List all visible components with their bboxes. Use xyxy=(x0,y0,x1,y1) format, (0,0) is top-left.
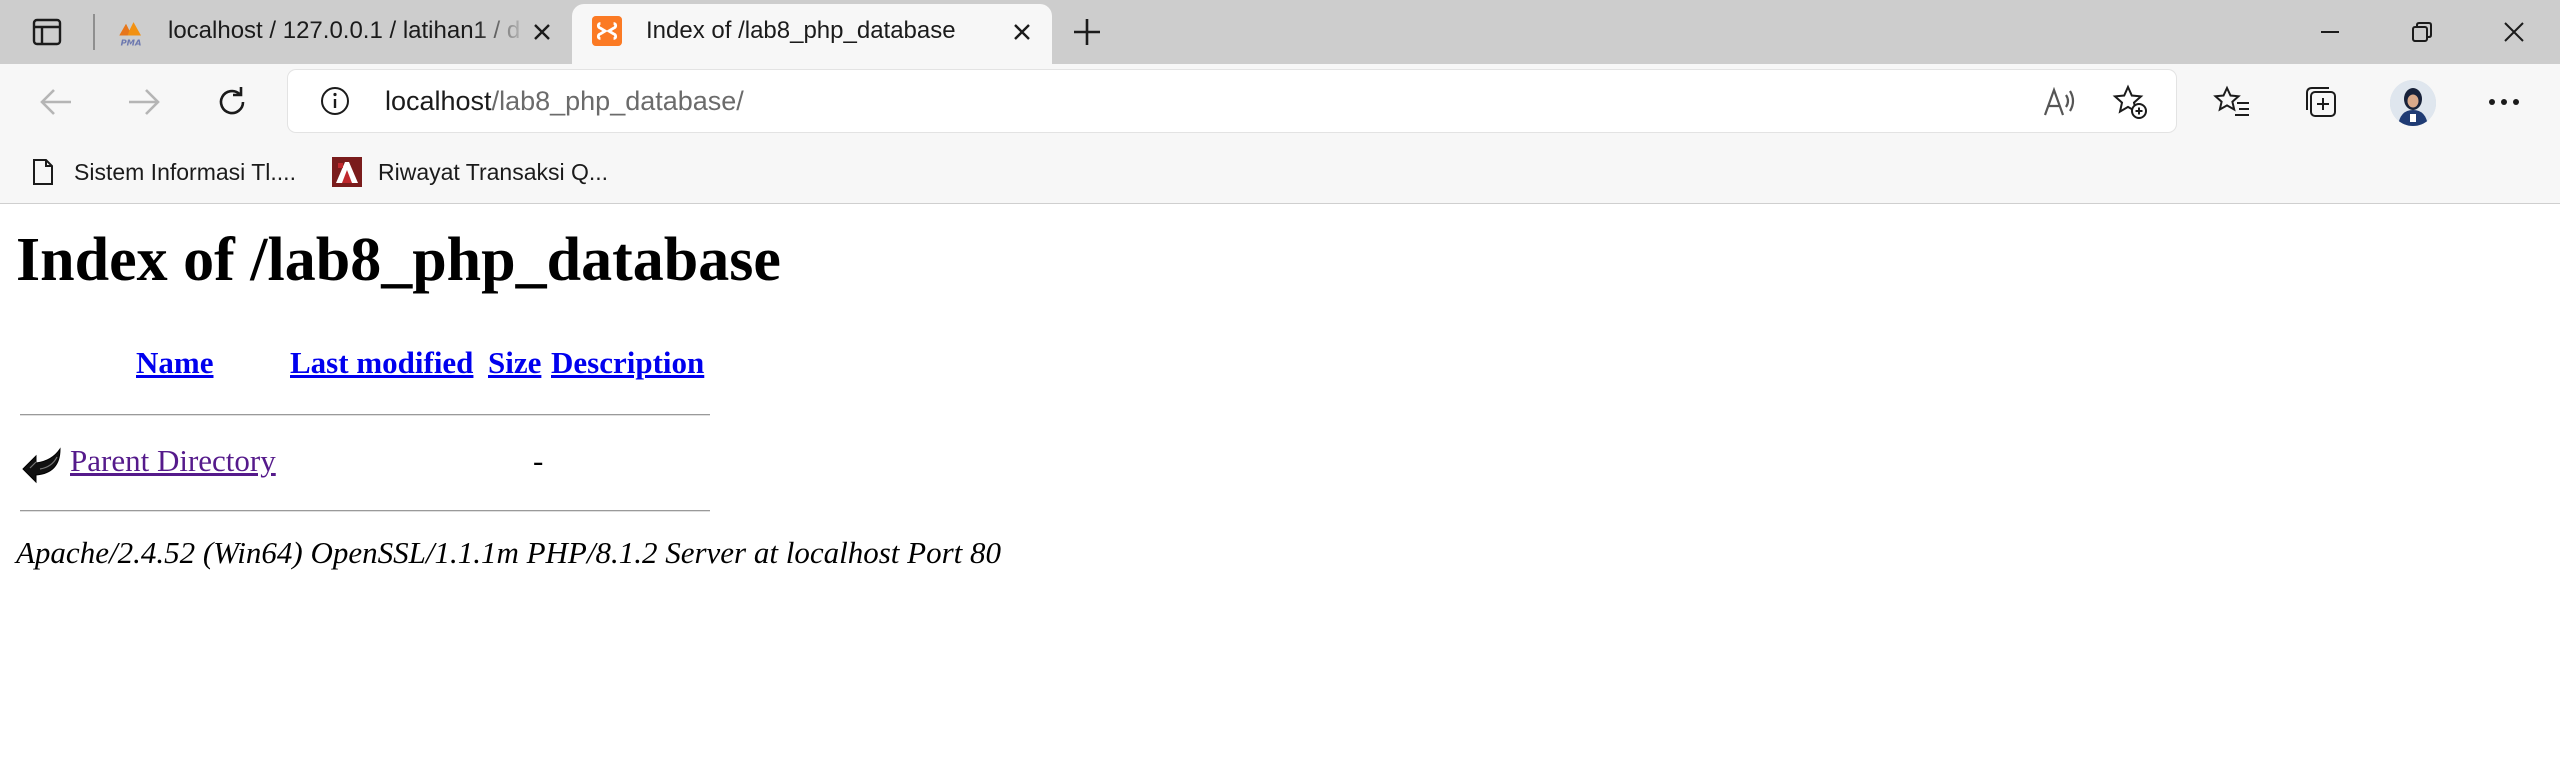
favorites-button[interactable] xyxy=(2206,78,2258,126)
refresh-button[interactable] xyxy=(204,78,260,126)
page-icon xyxy=(28,157,58,187)
restore-button[interactable] xyxy=(2376,0,2468,64)
plus-icon xyxy=(1074,19,1100,45)
tab-phpmyadmin[interactable]: PMA localhost / 127.0.0.1 / latihan1 / d xyxy=(100,0,570,64)
column-header-description[interactable]: Description xyxy=(551,345,704,381)
new-tab-button[interactable] xyxy=(1066,12,1108,52)
column-header-last-modified[interactable]: Last modified xyxy=(290,345,473,381)
tab-close-button[interactable] xyxy=(1006,16,1038,48)
bookmark-sistem-informasi[interactable]: Sistem Informasi Tl.... xyxy=(28,152,296,192)
forward-button[interactable] xyxy=(116,78,172,126)
tab-actions-icon xyxy=(32,18,62,46)
site-logo-icon xyxy=(332,157,362,187)
page-content: Index of /lab8_php_database Name Last mo… xyxy=(0,205,2560,784)
close-icon xyxy=(534,24,550,40)
tab-close-button[interactable] xyxy=(526,16,558,48)
bookmarks-bar: Sistem Informasi Tl.... Riwayat Transaks… xyxy=(0,140,2560,204)
column-header-size[interactable]: Size xyxy=(488,345,541,381)
read-aloud-icon xyxy=(2043,87,2075,116)
tab-title: localhost / 127.0.0.1 / latihan1 / d xyxy=(168,17,521,44)
arrow-left-icon xyxy=(40,89,71,115)
bookmark-label: Riwayat Transaksi Q... xyxy=(378,158,609,185)
divider xyxy=(20,414,710,416)
close-window-button[interactable] xyxy=(2468,0,2560,64)
url-text[interactable]: localhost/lab8_php_database/ xyxy=(385,86,744,117)
browser-toolbar: localhost/lab8_php_database/ xyxy=(0,64,2560,140)
star-add-icon xyxy=(2112,84,2147,119)
minimize-button[interactable] xyxy=(2284,0,2376,64)
profile-avatar[interactable] xyxy=(2390,80,2436,126)
tab-separator xyxy=(93,14,95,50)
phpmyadmin-icon: PMA xyxy=(116,18,146,48)
phpmyadmin-favicon-text: PMA xyxy=(121,38,142,48)
arrow-right-icon xyxy=(129,89,160,115)
close-icon xyxy=(2504,22,2524,42)
tab-index-of-lab8[interactable]: Index of /lab8_php_database xyxy=(572,4,1052,68)
url-path: /lab8_php_database/ xyxy=(491,86,744,116)
avatar-icon xyxy=(2390,80,2436,126)
collections-button[interactable] xyxy=(2294,78,2346,126)
page-title: Index of /lab8_php_database xyxy=(16,226,781,294)
xampp-icon xyxy=(592,16,622,46)
collections-icon xyxy=(2306,87,2336,117)
parent-directory-link[interactable]: Parent Directory xyxy=(70,443,276,479)
back-button[interactable] xyxy=(28,78,84,126)
more-icon xyxy=(2489,99,2519,105)
restore-icon xyxy=(2412,22,2432,42)
address-bar[interactable]: localhost/lab8_php_database/ xyxy=(288,70,2176,132)
minimize-icon xyxy=(2321,31,2339,33)
server-signature: Apache/2.4.52 (Win64) OpenSSL/1.1.1m PHP… xyxy=(16,535,1001,570)
back-arrow-icon xyxy=(20,445,64,485)
settings-more-button[interactable] xyxy=(2478,78,2530,126)
tab-actions-button[interactable] xyxy=(24,12,70,52)
bookmark-riwayat-transaksi[interactable]: Riwayat Transaksi Q... xyxy=(332,152,608,192)
divider xyxy=(20,510,710,512)
favorites-icon xyxy=(2213,85,2249,116)
tab-title: Index of /lab8_php_database xyxy=(646,17,956,44)
url-host: localhost xyxy=(385,86,492,116)
bookmark-label: Sistem Informasi Tl.... xyxy=(74,158,296,185)
tab-strip: PMA localhost / 127.0.0.1 / latihan1 / d… xyxy=(0,0,2560,68)
site-info-icon[interactable] xyxy=(318,84,352,118)
close-icon xyxy=(1014,24,1030,40)
refresh-icon xyxy=(219,87,245,115)
add-favorite-button[interactable] xyxy=(2110,82,2150,122)
column-header-name[interactable]: Name xyxy=(136,345,213,381)
read-aloud-button[interactable] xyxy=(2040,82,2080,122)
parent-directory-size: - xyxy=(533,443,544,478)
